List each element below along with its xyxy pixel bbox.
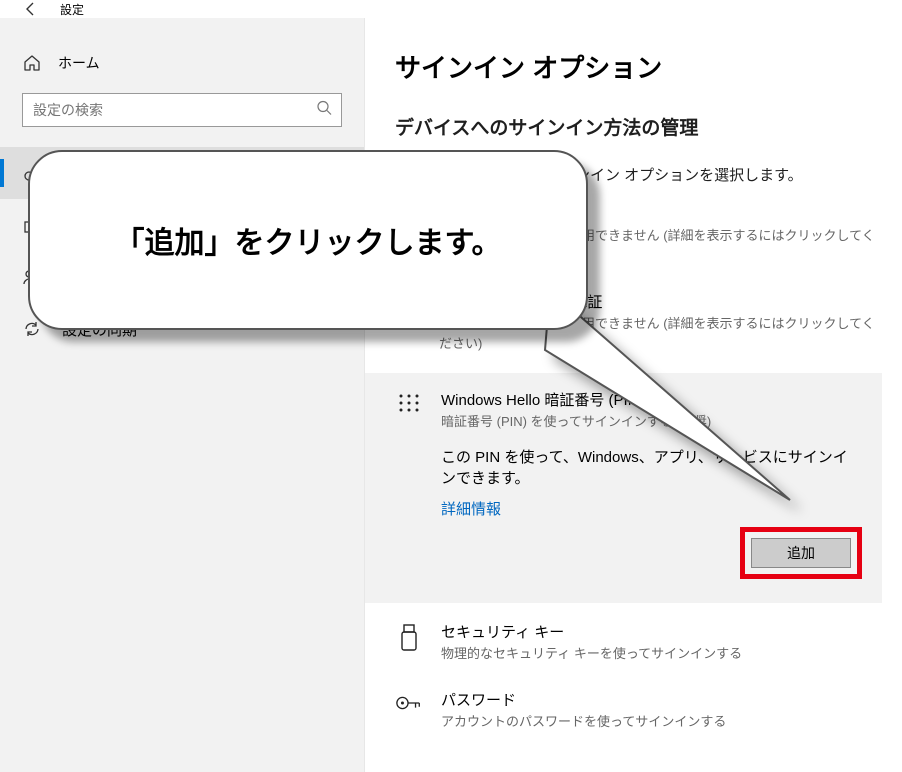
sidebar: ホーム サインイン オプション 職場ま [0,18,365,772]
home-button[interactable]: ホーム [0,43,364,83]
search-input[interactable] [22,93,342,127]
option-subtitle: アカウントのパスワードを使ってサインインする [441,712,726,732]
instruction-callout: 「追加」をクリックします。 [28,150,588,330]
search-icon [316,100,332,121]
home-icon [22,54,42,72]
option-subtitle: 物理的なセキュリティ キーを使ってサインインする [441,644,742,664]
pin-more-info-link[interactable]: 詳細情報 [441,498,501,519]
option-password[interactable]: パスワード アカウントのパスワードを使ってサインインする [395,683,882,752]
option-title: パスワード [441,689,726,710]
home-label: ホーム [58,53,100,73]
pin-keypad-icon [395,389,423,432]
section-heading: デバイスへのサインイン方法の管理 [395,113,882,140]
option-security-key[interactable]: セキュリティ キー 物理的なセキュリティ キーを使ってサインインする [395,603,882,684]
page-title: サインイン オプション [395,48,882,85]
search-container [0,83,364,147]
usb-key-icon [395,621,423,664]
sync-icon [22,319,42,339]
back-icon[interactable] [22,0,40,18]
password-key-icon [395,689,423,732]
window-title: 設定 [60,1,84,18]
callout-text: 「追加」をクリックします。 [115,218,502,262]
option-title: セキュリティ キー [441,621,742,642]
titlebar: 設定 [0,0,902,18]
